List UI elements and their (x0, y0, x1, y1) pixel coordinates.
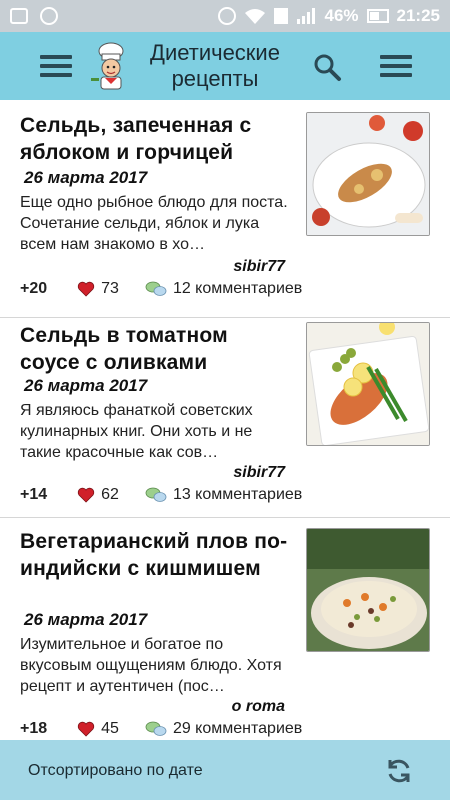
alarm-icon (218, 7, 237, 25)
sort-label[interactable]: Отсортировано по дате (28, 762, 203, 780)
like-count: 62 (101, 486, 119, 503)
recipe-description: Еще одно рыбное блюдо для поста. Сочетан… (20, 194, 288, 253)
comments-icon[interactable] (145, 281, 167, 297)
recipe-author[interactable]: o roma (232, 698, 285, 716)
recipe-date: 26 марта 2017 (24, 610, 148, 629)
sim-icon (274, 8, 289, 24)
signal-icon (297, 8, 316, 24)
recipe-title: Вегетарианский плов по-индийски с кишмиш… (20, 530, 288, 580)
recipe-author[interactable]: sibir77 (233, 464, 285, 482)
comments-icon[interactable] (145, 487, 167, 503)
search-icon[interactable] (312, 52, 342, 82)
recipe-card[interactable]: Вегетарианский плов по-индийски с кишмиш… (0, 518, 450, 740)
recipe-description: Я являюсь фанаткой советских кулинарных … (20, 402, 253, 461)
heart-icon[interactable] (77, 281, 95, 297)
recipe-date: 26 марта 2017 (24, 376, 148, 395)
recipe-stats: +20 73 12 комментариев (20, 280, 302, 298)
image-notification-icon (10, 8, 28, 24)
recipe-score: +20 (20, 280, 48, 297)
recipe-image[interactable] (306, 322, 430, 446)
recipe-stats: +14 62 13 комментариев (20, 486, 302, 504)
heart-icon[interactable] (77, 721, 95, 737)
recipe-title: Сельдь, запеченная с яблоком и горчицей (20, 114, 252, 164)
comment-count[interactable]: 13 комментариев (173, 486, 302, 504)
recipe-card[interactable]: Сельдь в томатном соусе с оливками 26 ма… (0, 318, 450, 518)
heart-icon[interactable] (77, 487, 95, 503)
recipe-score: +18 (20, 720, 48, 737)
battery-icon (366, 9, 389, 23)
comments-icon[interactable] (145, 721, 167, 737)
recipe-description: Изумительное и богатое по вкусовым ощуще… (20, 636, 282, 695)
app-title: Диетические рецепты (150, 40, 280, 91)
recipe-score: +14 (20, 486, 48, 503)
like-count: 73 (101, 280, 119, 297)
menu-icon[interactable] (40, 55, 72, 77)
recipe-author[interactable]: sibir77 (233, 258, 285, 276)
clock: 21:25 (396, 6, 440, 25)
recipe-stats: +18 45 29 комментариев (20, 720, 302, 738)
app-bar: Диетические рецепты (0, 32, 450, 100)
recipe-image[interactable] (306, 528, 430, 652)
like-count: 45 (101, 720, 119, 737)
wifi-icon (245, 9, 266, 24)
overflow-menu-icon[interactable] (380, 55, 412, 77)
refresh-icon[interactable] (384, 756, 414, 786)
battery-percent: 46% (324, 6, 359, 25)
recipe-image[interactable] (306, 112, 430, 236)
recipe-list: Сельдь, запеченная с яблоком и горчицей … (0, 100, 450, 740)
recipe-title: Сельдь в томатном соусе с оливками (20, 324, 228, 374)
bottom-bar: Отсортировано по дате (0, 740, 450, 800)
status-bar: 46% 21:25 (0, 0, 450, 32)
recipe-card[interactable]: Сельдь, запеченная с яблоком и горчицей … (0, 100, 450, 318)
recipe-date: 26 марта 2017 (24, 168, 148, 187)
sync-notification-icon (40, 7, 58, 25)
comment-count[interactable]: 29 комментариев (173, 720, 302, 738)
comment-count[interactable]: 12 комментариев (173, 280, 302, 298)
chef-logo (91, 42, 124, 90)
